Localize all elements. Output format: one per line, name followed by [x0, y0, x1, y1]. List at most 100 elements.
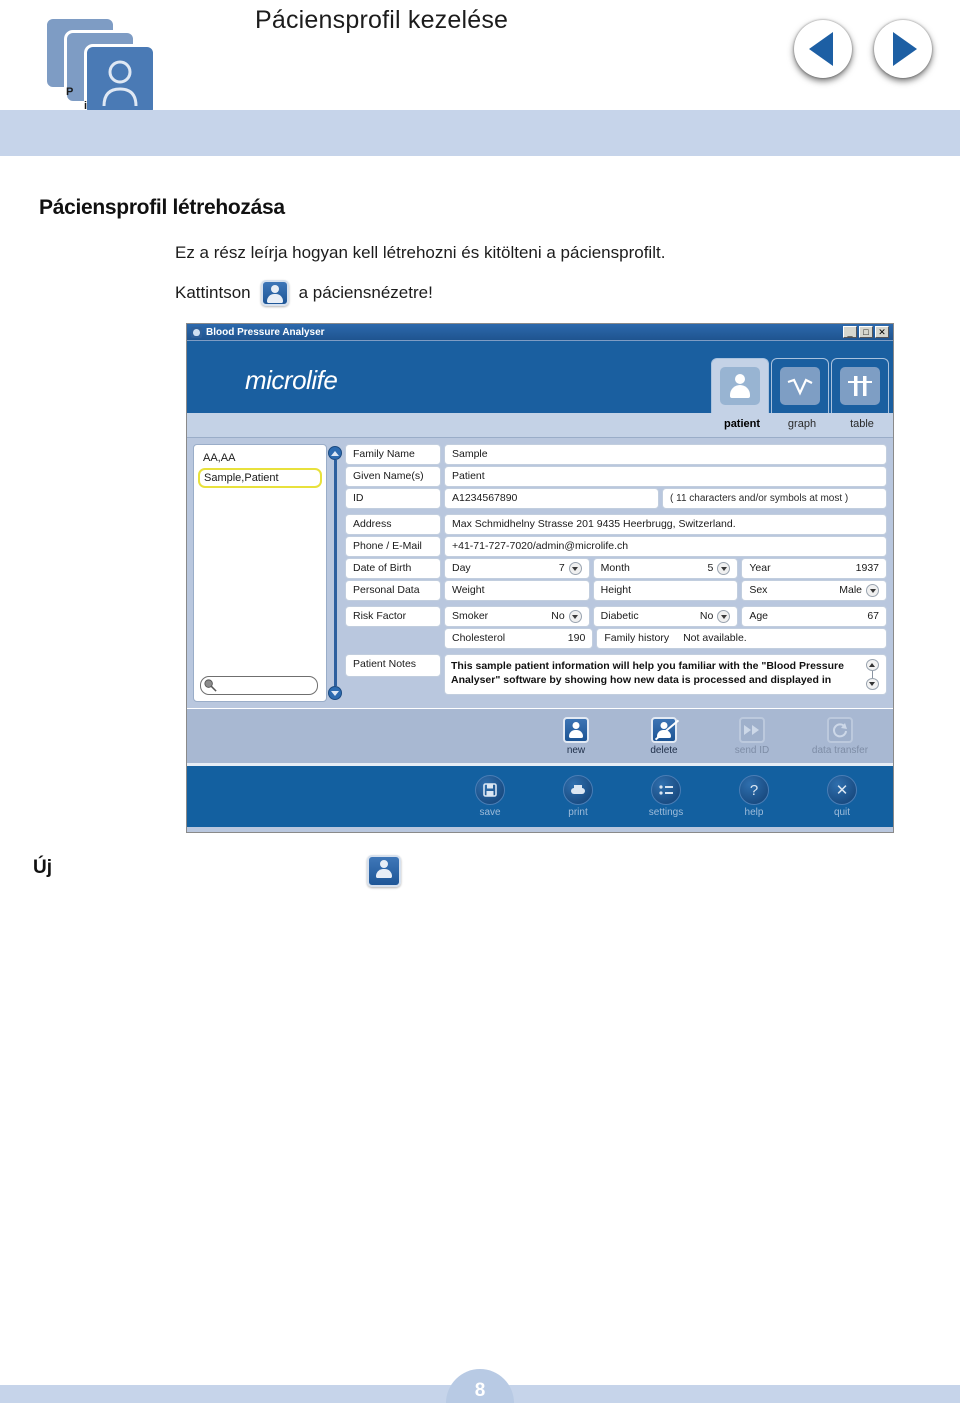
field-age[interactable]: Age 67 — [741, 606, 888, 627]
tab-graph[interactable] — [771, 358, 829, 413]
label-patient-notes: Patient Notes — [345, 654, 441, 677]
previous-page-button[interactable] — [794, 20, 852, 78]
input-patient-notes[interactable]: This sample patient information will hel… — [444, 654, 887, 695]
form-row-address: Address Max Schmidhelny Strasse 201 9435… — [345, 514, 887, 535]
close-button[interactable]: ✕ — [875, 326, 889, 338]
value-smoker: No — [551, 610, 565, 622]
maximize-button[interactable]: □ — [859, 326, 873, 338]
field-weight[interactable]: Weight — [444, 580, 590, 601]
tab-patient[interactable] — [711, 358, 769, 413]
field-sex[interactable]: Sex Male — [741, 580, 888, 601]
label-date-of-birth: Date of Birth — [345, 558, 441, 579]
send-id-button[interactable]: send ID — [719, 716, 785, 756]
printer-icon — [563, 775, 593, 805]
uj-patient-icon-wrap — [367, 855, 401, 892]
window-controls: _ □ ✕ — [843, 326, 891, 338]
form-group-contact: Address Max Schmidhelny Strasse 201 9435… — [345, 514, 888, 601]
label-cholesterol: Cholesterol — [452, 632, 506, 644]
scroll-down-button[interactable] — [328, 686, 342, 700]
field-family-history[interactable]: Family history Not available. — [596, 628, 887, 649]
tab-graph-icon-bg — [780, 367, 820, 405]
new-label: new — [566, 744, 586, 756]
data-transfer-button[interactable]: data transfer — [807, 716, 873, 756]
new-patient-icon[interactable] — [367, 855, 401, 887]
input-given-name[interactable]: Patient — [444, 466, 887, 487]
person-icon — [727, 373, 753, 399]
field-dob-month[interactable]: Month 5 — [592, 558, 739, 579]
settings-button[interactable]: settings — [637, 775, 695, 818]
input-family-name[interactable]: Sample — [444, 444, 887, 465]
panel-scroller[interactable] — [327, 444, 343, 702]
form-row-given-name: Given Name(s) Patient — [345, 466, 887, 487]
field-dob-year[interactable]: Year 1937 — [741, 558, 888, 579]
page-number-badge: 8 — [446, 1369, 514, 1403]
floppy-icon — [475, 775, 505, 805]
page-title: Páciensprofil kezelése — [255, 6, 509, 34]
print-button[interactable]: print — [549, 775, 607, 818]
chevron-down-icon[interactable] — [568, 562, 582, 575]
patient-list: AA,AA Sample,Patient — [193, 444, 327, 702]
form-row-patient-notes: Patient Notes This sample patient inform… — [345, 654, 887, 695]
send-id-icon — [739, 716, 765, 743]
save-button[interactable]: save — [461, 775, 519, 818]
tab-table[interactable] — [831, 358, 889, 413]
label-day: Day — [452, 562, 471, 574]
patient-form: Family Name Sample Given Name(s) Patient… — [343, 444, 888, 702]
tab-label-graph[interactable]: graph — [773, 418, 831, 430]
settings-list-icon — [651, 775, 681, 805]
patient-view-icon[interactable] — [260, 280, 289, 306]
delete-patient-button[interactable]: delete — [631, 716, 697, 756]
click-instruction-after: a páciensnézetre! — [298, 283, 433, 302]
window-titlebar: Blood Pressure Analyser _ □ ✕ — [187, 324, 893, 341]
form-row-risk-factor: Risk Factor Smoker No Diabetic No Age 67 — [345, 606, 888, 627]
notes-scrollbar[interactable] — [864, 659, 880, 690]
scroll-track[interactable] — [333, 460, 337, 686]
question-mark-icon: ? — [739, 775, 769, 805]
chevron-down-icon[interactable] — [717, 562, 731, 575]
tab-patient-icon-bg — [720, 367, 760, 405]
search-icon — [204, 679, 217, 692]
data-transfer-icon — [827, 716, 853, 743]
data-transfer-label: data transfer — [811, 744, 869, 756]
notes-scroll-down-button[interactable] — [865, 677, 879, 690]
chevron-down-icon[interactable] — [717, 610, 731, 623]
value-day: 7 — [558, 562, 565, 574]
label-personal-data: Personal Data — [345, 580, 441, 601]
help-button[interactable]: ? help — [725, 775, 783, 818]
tab-label-bar: patient graph table — [187, 413, 893, 438]
field-cholesterol[interactable]: Cholesterol 190 — [444, 628, 594, 649]
send-id-label: send ID — [734, 744, 770, 756]
form-row-risk-factor-2: Cholesterol 190 Family history Not avail… — [345, 628, 887, 649]
value-age: 67 — [867, 610, 880, 622]
scroll-up-button[interactable] — [328, 446, 342, 460]
input-phone-email[interactable]: +41-71-727-7020/admin@microlife.ch — [444, 536, 887, 557]
click-instruction-row: Kattintson a páciensnézetre! — [175, 280, 433, 306]
field-height[interactable]: Height — [592, 580, 739, 601]
arrow-right-icon — [893, 32, 917, 66]
label-year: Year — [749, 562, 771, 574]
quit-button[interactable]: ✕ quit — [813, 775, 871, 818]
chevron-down-icon[interactable] — [568, 610, 582, 623]
patient-search-input[interactable] — [200, 676, 318, 695]
new-patient-button[interactable]: new — [543, 716, 609, 756]
field-diabetic[interactable]: Diabetic No — [592, 606, 739, 627]
field-dob-day[interactable]: Day 7 — [444, 558, 590, 579]
label-weight: Weight — [452, 584, 485, 596]
list-item[interactable]: Sample,Patient — [198, 468, 322, 488]
tab-label-patient[interactable]: patient — [713, 418, 771, 430]
hint-id-format: ( 11 characters and/or symbols at most ) — [662, 488, 887, 509]
field-smoker[interactable]: Smoker No — [444, 606, 590, 627]
chevron-down-icon[interactable] — [866, 584, 880, 597]
waveform-icon — [787, 378, 813, 396]
input-address[interactable]: Max Schmidhelny Strasse 201 9435 Heerbru… — [444, 514, 887, 535]
tab-label-table[interactable]: table — [833, 418, 891, 430]
list-item[interactable]: AA,AA — [198, 449, 322, 467]
patient-new-icon — [563, 716, 589, 743]
notes-scroll-up-button[interactable] — [865, 659, 879, 672]
bars-table-icon — [848, 376, 872, 396]
next-page-button[interactable] — [874, 20, 932, 78]
settings-label: settings — [648, 807, 684, 818]
input-id[interactable]: A1234567890 — [444, 488, 660, 509]
minimize-button[interactable]: _ — [843, 326, 857, 338]
app-shield-icon — [191, 326, 202, 338]
